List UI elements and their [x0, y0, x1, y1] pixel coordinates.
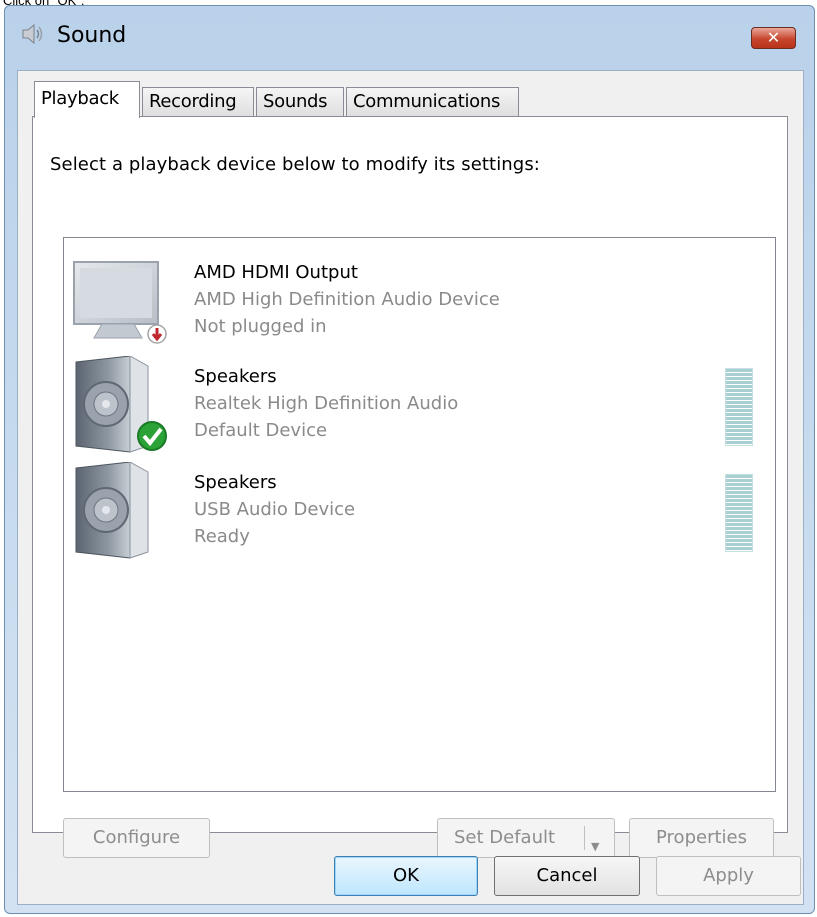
device-name: AMD HDMI Output — [194, 262, 358, 283]
close-button[interactable]: ✕ — [751, 27, 796, 49]
ok-button[interactable]: OK — [334, 856, 478, 896]
device-description: Realtek High Definition Audio — [194, 393, 459, 414]
window-title: Sound — [57, 23, 127, 48]
monitor-icon — [72, 252, 172, 352]
volume-level-meter — [725, 474, 753, 552]
split-separator — [584, 826, 585, 850]
volume-level-meter — [725, 368, 753, 446]
tab-recording[interactable]: Recording — [142, 87, 254, 117]
device-list[interactable]: AMD HDMI Output AMD High Definition Audi… — [63, 237, 776, 792]
dialog-client-area: Playback Recording Sounds Communications… — [17, 70, 804, 905]
title-bar: Sound ✕ — [5, 6, 814, 50]
tab-sounds[interactable]: Sounds — [256, 87, 344, 117]
device-status: Ready — [194, 526, 250, 547]
set-default-label: Set Default — [454, 827, 556, 848]
default-checkmark-icon — [137, 421, 167, 451]
set-default-button[interactable]: Set Default ▼ — [437, 818, 615, 858]
properties-button[interactable]: Properties — [629, 818, 774, 858]
device-description: AMD High Definition Audio Device — [194, 289, 500, 310]
speaker-icon — [19, 21, 45, 47]
speaker-device-icon — [72, 461, 172, 562]
tab-playback[interactable]: Playback — [34, 81, 140, 118]
speaker-device-icon — [72, 355, 172, 456]
cancel-button[interactable]: Cancel — [494, 856, 640, 896]
device-status: Not plugged in — [194, 316, 327, 337]
device-status: Default Device — [194, 420, 328, 441]
playback-panel: Select a playback device below to modify… — [32, 116, 788, 858]
list-item-amd-hdmi[interactable]: AMD HDMI Output AMD High Definition Audi… — [64, 252, 775, 356]
device-name: Speakers — [194, 472, 277, 493]
device-description: USB Audio Device — [194, 499, 356, 520]
panel-heading: Select a playback device below to modify… — [50, 154, 540, 175]
configure-button[interactable]: Configure — [63, 818, 210, 858]
list-item-speakers-usb[interactable]: Speakers USB Audio Device Ready — [64, 461, 775, 566]
tab-communications[interactable]: Communications — [346, 87, 519, 117]
list-item-speakers-realtek[interactable]: Speakers Realtek High Definition Audio D… — [64, 355, 775, 460]
sound-dialog: Sound ✕ Playback Recording Sounds Commun… — [4, 5, 815, 914]
apply-button[interactable]: Apply — [656, 856, 801, 896]
device-name: Speakers — [194, 366, 277, 387]
